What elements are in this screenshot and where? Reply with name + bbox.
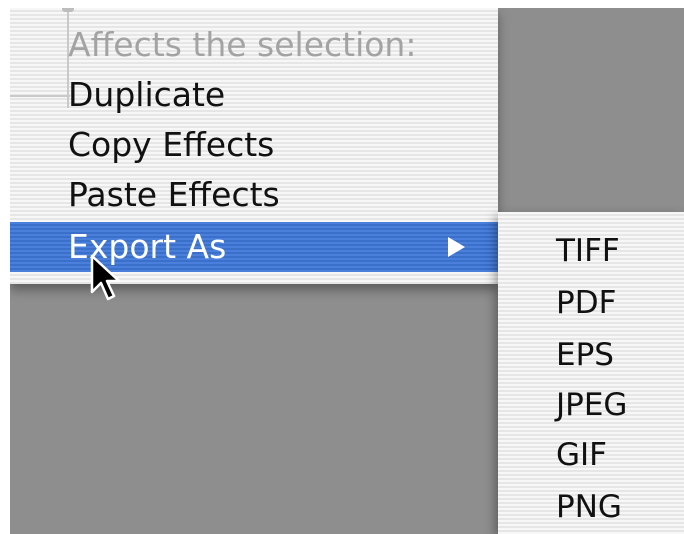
submenu-item-label: EPS — [556, 337, 614, 373]
submenu-item-label: PDF — [556, 285, 617, 321]
menu-item-label: Export As — [68, 227, 227, 266]
canvas-background: Affects the selection: Duplicate Copy Ef… — [10, 8, 684, 534]
submenu-item-tiff[interactable]: TIFF — [498, 226, 684, 276]
submenu-item-label: TIFF — [556, 233, 620, 269]
submenu-item-label: GIF — [556, 437, 607, 473]
menu-header-label: Affects the selection: — [68, 25, 417, 64]
submenu-item-label: JPEG — [556, 387, 628, 423]
submenu-item-gif[interactable]: GIF — [498, 430, 684, 480]
menu-item-copy-effects[interactable]: Copy Effects — [10, 120, 498, 170]
submenu-item-png[interactable]: PNG — [498, 482, 684, 532]
submenu-item-pdf[interactable]: PDF — [498, 278, 684, 328]
submenu-item-eps[interactable]: EPS — [498, 330, 684, 380]
submenu-item-label: PNG — [556, 489, 622, 525]
menu-item-duplicate[interactable]: Duplicate — [10, 70, 498, 120]
menu-item-label: Paste Effects — [68, 175, 280, 214]
menu-item-label: Copy Effects — [68, 125, 275, 164]
menu-item-label: Duplicate — [68, 75, 226, 114]
menu-item-export-as[interactable]: Export As — [10, 222, 498, 272]
submenu-arrow-icon — [448, 237, 465, 257]
menu-item-paste-effects[interactable]: Paste Effects — [10, 170, 498, 220]
context-menu: Affects the selection: Duplicate Copy Ef… — [10, 8, 498, 284]
menu-header-affects-selection: Affects the selection: — [10, 20, 498, 70]
export-submenu: TIFF PDF EPS JPEG GIF PNG — [498, 212, 684, 534]
guide-knob — [62, 8, 74, 12]
submenu-item-jpeg[interactable]: JPEG — [498, 380, 684, 430]
